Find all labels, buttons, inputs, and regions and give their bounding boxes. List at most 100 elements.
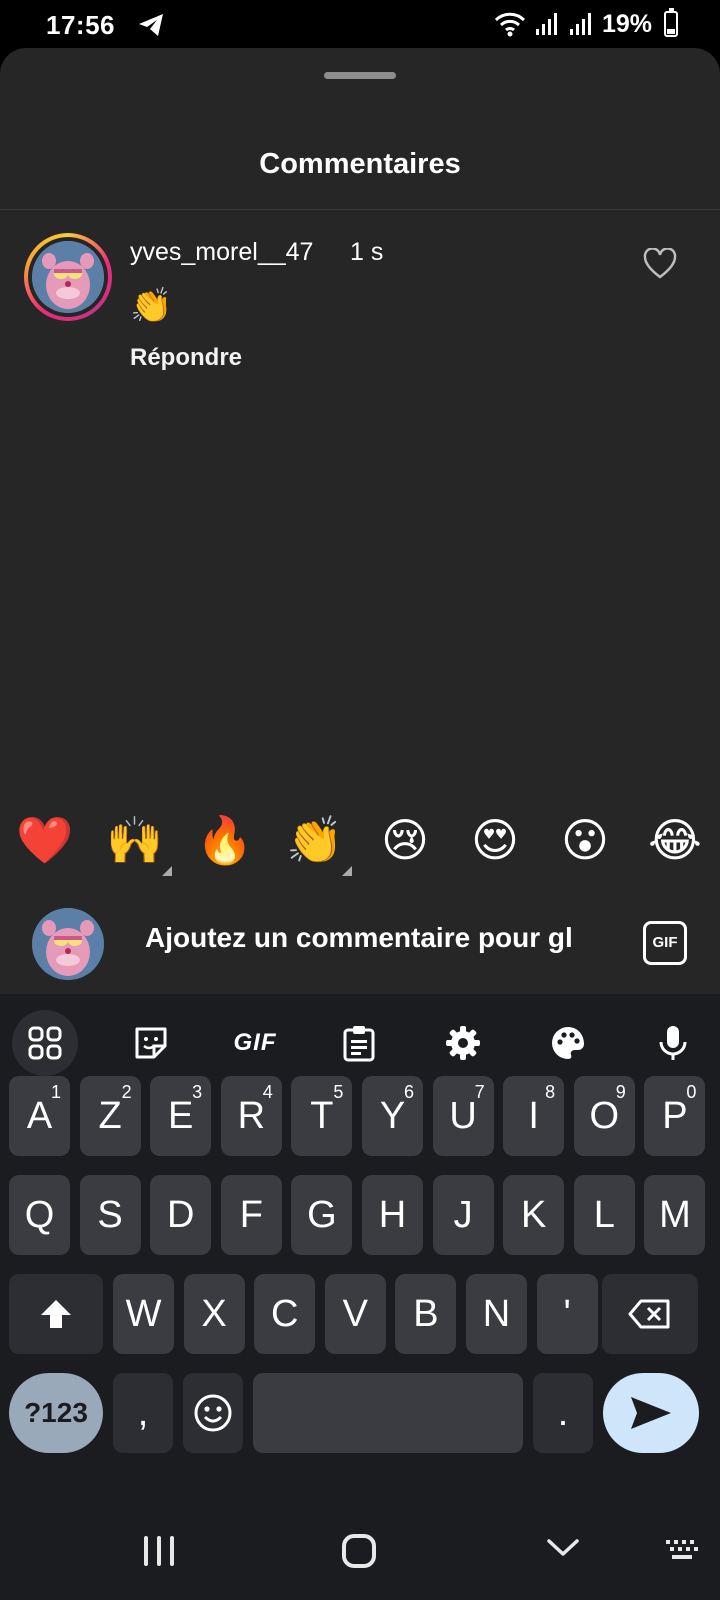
grid-icon [28, 1026, 62, 1060]
navigation-bar [0, 1500, 720, 1600]
status-time: 17:56 [46, 10, 115, 40]
key-d[interactable]: D [150, 1175, 212, 1255]
key-b[interactable]: B [395, 1274, 457, 1354]
key-y[interactable]: Y6 [362, 1076, 423, 1156]
reply-button[interactable]: Répondre [130, 344, 242, 372]
emoji-heart-eyes[interactable]: 😍 [460, 808, 530, 872]
key-hint: 1 [50, 1082, 61, 1102]
emoji-raised-hands[interactable]: 🙌 [100, 808, 172, 876]
comma-key[interactable]: , [113, 1373, 173, 1453]
recents-icon-bar [170, 1536, 174, 1566]
key-j[interactable]: J [432, 1175, 494, 1255]
key-hint: 2 [121, 1082, 132, 1102]
emoji-clapping[interactable]: 👏 [280, 808, 352, 876]
like-heart-icon[interactable] [643, 248, 677, 280]
key-i[interactable]: I8 [503, 1076, 565, 1156]
emoji-fire[interactable]: 🔥 [190, 808, 260, 872]
variant-indicator [162, 866, 172, 876]
microphone-icon [659, 1026, 687, 1060]
key-a[interactable]: A1 [9, 1076, 70, 1156]
signal-icon [535, 13, 557, 35]
key-k[interactable]: K [503, 1175, 565, 1255]
key-p[interactable]: P0 [644, 1076, 706, 1156]
key-o[interactable]: O9 [573, 1076, 635, 1156]
key-s[interactable]: S [79, 1175, 141, 1255]
key-label: L [593, 1193, 615, 1236]
home-button[interactable] [342, 1534, 376, 1568]
key-label: A [26, 1094, 53, 1137]
microphone-button[interactable] [640, 1010, 706, 1076]
key-z[interactable]: Z2 [79, 1076, 141, 1156]
pink-panther-avatar-image [32, 241, 104, 313]
key-hint: 5 [333, 1082, 344, 1102]
key-q[interactable]: Q [9, 1175, 70, 1255]
key-label: . [557, 1391, 569, 1434]
recents-button[interactable] [144, 1536, 174, 1566]
symbols-key[interactable]: ?123 [9, 1373, 103, 1453]
key-u[interactable]: U7 [432, 1076, 494, 1156]
key-w[interactable]: W [113, 1274, 174, 1354]
period-key[interactable]: . [533, 1373, 593, 1453]
key-m[interactable]: M [644, 1175, 706, 1255]
key-label: R [237, 1094, 266, 1137]
clipboard-button[interactable] [326, 1010, 392, 1076]
key-v[interactable]: V [324, 1274, 386, 1354]
key-t[interactable]: T5 [291, 1076, 353, 1156]
sticker-icon [135, 1027, 167, 1059]
key-label: M [659, 1193, 691, 1236]
settings-button[interactable] [430, 1010, 496, 1076]
emoji-crying[interactable]: 😢 [370, 808, 440, 872]
drag-handle[interactable] [324, 72, 396, 79]
keyboard-gif-button[interactable]: GIF [222, 1010, 288, 1076]
key-label: U [449, 1094, 477, 1137]
apps-grid-button[interactable] [12, 1010, 78, 1076]
comment-input[interactable]: Ajoutez un commentaire pour gl [145, 922, 607, 954]
gif-button[interactable]: GIF [643, 921, 687, 965]
key-n[interactable]: N [466, 1274, 527, 1354]
shift-key[interactable] [9, 1274, 103, 1354]
send-key[interactable] [603, 1373, 699, 1453]
backspace-key[interactable] [602, 1274, 698, 1354]
key-e[interactable]: E3 [150, 1076, 212, 1156]
status-right: 19% [494, 8, 678, 39]
key-label: ' [563, 1292, 571, 1335]
key-label: Q [24, 1193, 55, 1236]
divider [0, 209, 720, 210]
comment-username[interactable]: yves_morel__47 [130, 238, 313, 267]
recents-icon-bar [157, 1536, 161, 1566]
key-hint: 9 [615, 1082, 626, 1102]
keyboard-switch-icon[interactable] [664, 1538, 700, 1562]
sticker-button[interactable] [118, 1010, 184, 1076]
key-hint: 0 [686, 1082, 697, 1102]
key-label: D [166, 1193, 195, 1236]
key-r[interactable]: R4 [220, 1076, 282, 1156]
pink-panther-avatar-image [32, 908, 104, 980]
space-key[interactable] [253, 1373, 523, 1453]
key-apostrophe[interactable]: ' [536, 1274, 598, 1354]
key-f[interactable]: F [220, 1175, 282, 1255]
key-l[interactable]: L [573, 1175, 635, 1255]
theme-button[interactable] [535, 1010, 601, 1076]
key-h[interactable]: H [362, 1175, 423, 1255]
key-label: , [137, 1391, 149, 1434]
avatar [32, 241, 104, 313]
key-label: G [307, 1193, 337, 1236]
comment-avatar[interactable] [24, 233, 112, 321]
key-x[interactable]: X [183, 1274, 245, 1354]
emoji-heart[interactable]: ❤️ [10, 808, 80, 872]
key-label: B [413, 1292, 439, 1335]
comments-sheet: Commentaires yves_morel__47 1 s 👏 Répond… [0, 48, 720, 994]
back-chevron-icon[interactable] [546, 1530, 580, 1564]
key-g[interactable]: G [291, 1175, 353, 1255]
key-label: K [521, 1193, 547, 1236]
emoji-key[interactable] [183, 1373, 243, 1453]
comment-text: 👏 [130, 287, 173, 325]
signal-icon-2 [569, 13, 591, 35]
emoji-surprised[interactable]: 😮 [550, 808, 620, 872]
send-icon [631, 1397, 671, 1429]
emoji-joy[interactable]: 😂 [640, 808, 710, 872]
wifi-icon [494, 12, 526, 37]
key-hint: 7 [474, 1082, 485, 1102]
key-c[interactable]: C [254, 1274, 316, 1354]
clipboard-icon [343, 1026, 375, 1062]
